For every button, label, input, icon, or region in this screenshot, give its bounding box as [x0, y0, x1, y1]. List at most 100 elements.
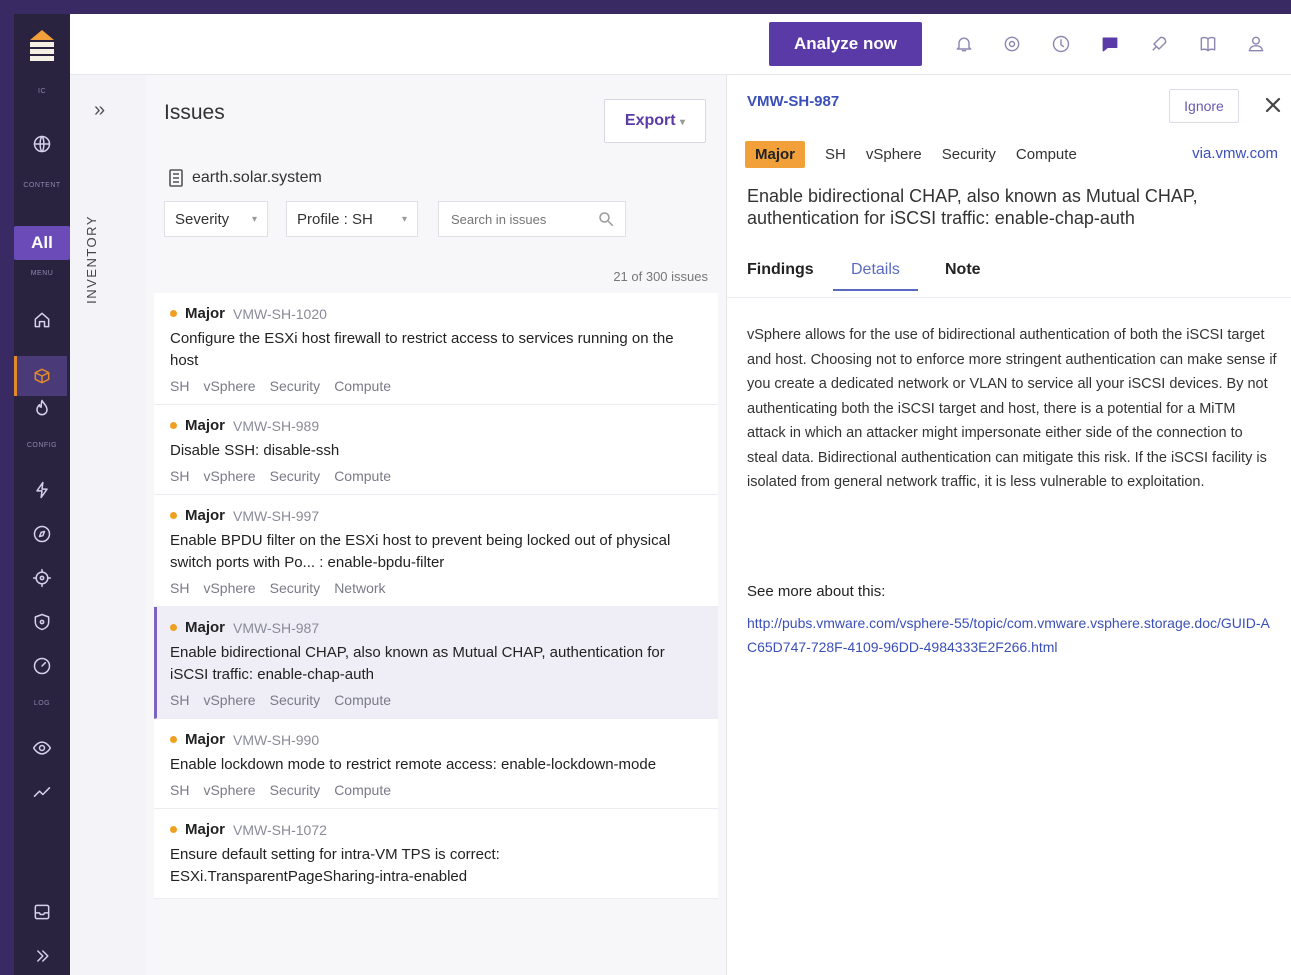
detail-body: vSphere allows for the use of bidirectio…	[747, 327, 1277, 490]
detail-tag: Compute	[1015, 146, 1077, 163]
severity-dot	[170, 512, 177, 519]
severity-dot	[170, 310, 177, 317]
nav-section-content: CONTENT	[23, 182, 61, 189]
nav-all-button[interactable]: All	[14, 226, 70, 260]
issue-id: VMW-SH-1072	[233, 821, 327, 838]
app-logo[interactable]	[26, 22, 58, 66]
see-more-label: See more about this:	[747, 583, 886, 600]
system-selector[interactable]: earth.solar.system	[168, 169, 322, 187]
issue-title: Enable BPDU filter on the ESXi host to p…	[170, 532, 671, 571]
issue-title: Disable SSH: disable-ssh	[170, 442, 340, 459]
ignore-button[interactable]: Ignore	[1169, 89, 1239, 123]
gear-icon[interactable]	[1000, 32, 1024, 56]
profile-filter[interactable]: Profile : SH ▾	[286, 201, 418, 237]
severity-dot	[170, 826, 177, 833]
detail-issue-id[interactable]: VMW-SH-987	[747, 93, 839, 110]
export-label: Export	[624, 112, 676, 129]
server-icon	[169, 169, 183, 187]
issue-count: 21 of 300 issues	[613, 269, 708, 284]
trend-icon[interactable]	[30, 780, 54, 804]
system-name: earth.solar.system	[192, 169, 322, 186]
severity-filter[interactable]: Severity ▾	[164, 201, 268, 237]
user-icon[interactable]	[1244, 32, 1268, 56]
help-icon[interactable]	[1049, 32, 1073, 56]
bolt-icon[interactable]	[30, 478, 54, 502]
shield-icon[interactable]	[30, 610, 54, 634]
issue-item[interactable]: Major VMW-SH-997 Enable BPDU filter on th…	[154, 495, 718, 607]
issue-title: Enable lockdown mode to restrict remote …	[170, 756, 657, 773]
top-bar: Analyze now	[70, 14, 1291, 75]
issue-tag: vSphere	[203, 378, 256, 394]
issue-item[interactable]: Major VMW-SH-1072 Ensure default setting …	[154, 809, 718, 899]
target-icon[interactable]	[30, 566, 54, 590]
chevron-right-icon[interactable]	[30, 944, 54, 968]
inbox-icon[interactable]	[30, 900, 54, 924]
issue-search	[438, 201, 626, 237]
severity-filter-label: Severity	[175, 210, 230, 228]
nav-section-config: CONFIG	[26, 442, 58, 449]
search-input[interactable]	[449, 202, 593, 236]
issue-id: VMW-SH-997	[233, 507, 320, 524]
detail-tag: Security	[941, 146, 996, 163]
vendor-link[interactable]: via.vmw.com	[1192, 145, 1278, 162]
issue-tag: Security	[269, 692, 321, 708]
issue-tag: Compute	[334, 692, 391, 708]
bell-icon[interactable]	[952, 32, 976, 56]
compass-icon[interactable]	[30, 522, 54, 546]
search-icon[interactable]	[597, 210, 615, 228]
detail-tabs: Findings Details Note	[727, 253, 1291, 298]
detail-tag: vSphere	[865, 146, 922, 163]
rocket-icon[interactable]	[1147, 32, 1171, 56]
issue-tag: Network	[334, 580, 386, 596]
expand-inventory-button[interactable]: »	[94, 99, 105, 122]
issue-tag: vSphere	[203, 692, 256, 708]
issue-title: Enable bidirectional CHAP, also known as…	[170, 644, 665, 683]
home-icon[interactable]	[30, 308, 54, 332]
left-nav-rail: IC CONTENT All MENU CONFIG LOG	[14, 14, 70, 975]
issue-item-selected[interactable]: Major VMW-SH-987 Enable bidirectional CHA…	[154, 607, 718, 719]
issues-title: Issues	[164, 101, 225, 124]
issue-tag: Compute	[334, 378, 391, 394]
issue-item[interactable]: Major VMW-SH-990 Enable lockdown mode to …	[154, 719, 718, 809]
chevron-down-icon: ▾	[401, 213, 407, 225]
severity-dot	[170, 736, 177, 743]
book-icon[interactable]	[1196, 32, 1220, 56]
issues-panel: Issues Export ▾ earth.solar.system Sever…	[146, 75, 726, 975]
issue-id: VMW-SH-990	[233, 731, 320, 748]
tab-findings[interactable]: Findings	[747, 261, 814, 289]
issue-severity: Major	[185, 731, 226, 748]
issue-tag: Security	[269, 782, 321, 798]
tab-note[interactable]: Note	[945, 261, 981, 289]
issue-severity: Major	[185, 619, 226, 636]
nav-section-log: LOG	[33, 700, 51, 707]
chat-icon[interactable]	[1098, 32, 1122, 56]
issue-id: VMW-SH-987	[233, 619, 320, 636]
issue-detail-panel: VMW-SH-987 Ignore Major SH vSphere Secur…	[726, 75, 1291, 975]
issue-tag: SH	[170, 468, 190, 484]
issue-tag: Compute	[334, 468, 391, 484]
issue-item[interactable]: Major VMW-SH-1020 Configure the ESXi host…	[154, 293, 718, 405]
gauge-icon[interactable]	[30, 654, 54, 678]
issue-tag: vSphere	[203, 468, 256, 484]
reference-link[interactable]: http://pubs.vmware.com/vsphere-55/topic/…	[747, 611, 1277, 659]
nav-section-ic: IC	[38, 88, 46, 95]
inventory-panel: » INVENTORY	[70, 75, 147, 975]
inventory-label[interactable]: INVENTORY	[84, 215, 99, 304]
chevron-down-icon: ▾	[251, 213, 257, 225]
eye-icon[interactable]	[30, 736, 54, 760]
issue-severity: Major	[185, 417, 226, 434]
analyze-now-button[interactable]: Analyze now	[769, 22, 922, 66]
issue-item[interactable]: Major VMW-SH-989 Disable SSH: disable-ssh…	[154, 405, 718, 495]
issue-tag: SH	[170, 782, 190, 798]
issue-tag: Security	[269, 468, 321, 484]
nav-active-indicator	[14, 356, 17, 396]
box-icon[interactable]	[30, 364, 54, 388]
issue-tag: SH	[170, 692, 190, 708]
fire-icon[interactable]	[30, 396, 54, 420]
tab-details[interactable]: Details	[833, 261, 918, 291]
export-button[interactable]: Export ▾	[604, 99, 706, 143]
globe-icon[interactable]	[30, 132, 54, 156]
issue-severity: Major	[185, 507, 226, 524]
close-icon[interactable]	[1259, 91, 1287, 119]
issue-title: Ensure default setting for intra-VM TPS …	[170, 846, 500, 885]
